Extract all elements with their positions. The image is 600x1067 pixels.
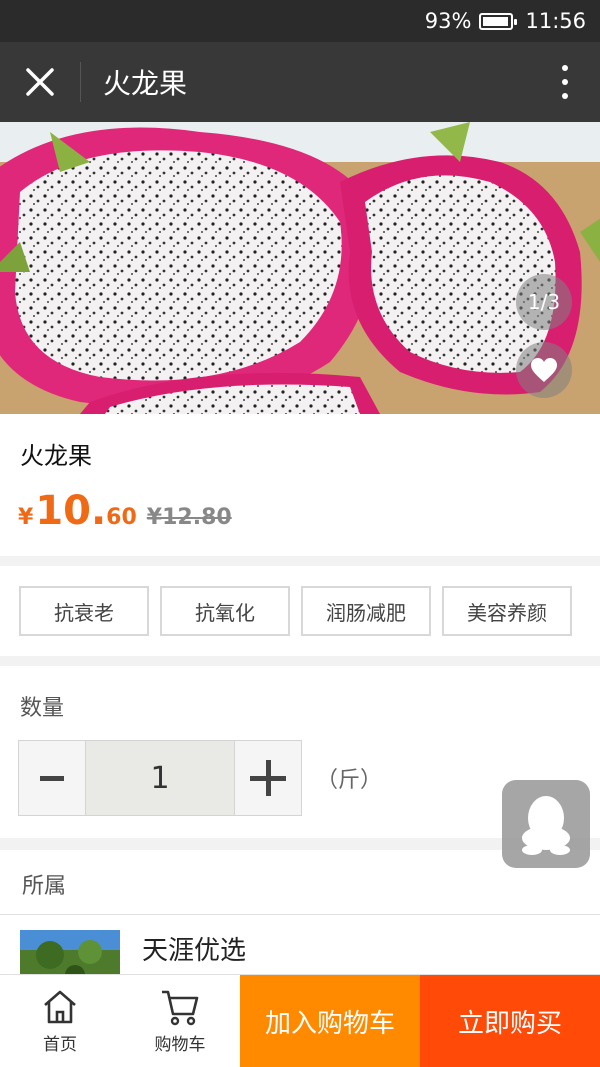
product-name: 火龙果 <box>20 442 92 470</box>
current-price: ¥ 10. 60 <box>18 488 137 534</box>
close-icon <box>26 68 54 96</box>
status-bar: 93% 11:56 <box>0 0 600 42</box>
tag-anti-aging[interactable]: 抗衰老 <box>19 586 149 636</box>
price-row: ¥ 10. 60 ¥12.80 <box>18 488 232 534</box>
price-decimal: 60 <box>106 505 137 530</box>
price-integer: 10. <box>35 488 107 534</box>
divider <box>0 914 600 915</box>
shop-section: 所属 天涯优选 海南省三亚市三亚区金鸡岭油厂 <box>0 850 600 999</box>
cart-label: 购物车 <box>154 1034 206 1055</box>
product-info-card: 火龙果 <box>0 414 600 556</box>
tag-slimming[interactable]: 润肠减肥 <box>301 586 431 636</box>
more-vertical-icon <box>562 65 568 71</box>
shopping-cart-icon <box>162 990 199 1025</box>
home-button[interactable]: 首页 <box>0 975 120 1067</box>
page-title: 火龙果 <box>103 67 188 100</box>
battery-icon <box>479 12 518 30</box>
quantity-unit: （斤） <box>316 768 383 793</box>
favorite-button[interactable] <box>516 342 572 398</box>
home-label: 首页 <box>43 1034 77 1055</box>
quantity-input[interactable]: 1 <box>85 741 235 815</box>
increase-button[interactable] <box>235 741 301 815</box>
add-to-cart-button[interactable]: 加入购物车 <box>240 975 420 1067</box>
belongs-label: 所属 <box>22 874 67 899</box>
buy-now-button[interactable]: 立即购买 <box>420 975 600 1067</box>
qq-chat-button[interactable] <box>502 780 590 868</box>
tag-antioxidant[interactable]: 抗氧化 <box>160 586 290 636</box>
tags-section: 抗衰老 抗氧化 润肠减肥 美容养颜 <box>0 566 600 656</box>
battery-percent: 93% <box>424 9 472 33</box>
battery-fill <box>483 16 508 26</box>
more-menu-button[interactable] <box>530 42 600 122</box>
decrease-button[interactable] <box>19 741 85 815</box>
dragon-fruit-image <box>0 122 600 414</box>
quantity-stepper: 1 <box>18 740 302 816</box>
close-button[interactable] <box>0 42 80 122</box>
clock: 11:56 <box>525 9 586 33</box>
product-image-carousel[interactable]: 1/3 <box>0 122 600 414</box>
image-counter: 1/3 <box>516 274 572 330</box>
qq-penguin-icon <box>522 796 570 855</box>
home-icon <box>44 990 76 1023</box>
shop-name[interactable]: 天涯优选 <box>142 930 246 967</box>
bottom-action-bar: 首页 购物车 加入购物车 立即购买 <box>0 974 600 1067</box>
quantity-label: 数量 <box>20 696 65 721</box>
tag-beauty[interactable]: 美容养颜 <box>442 586 572 636</box>
heart-icon <box>531 358 557 382</box>
price-currency-symbol: ¥ <box>18 505 34 530</box>
cart-button[interactable]: 购物车 <box>120 975 240 1067</box>
original-price: ¥12.80 <box>146 505 232 530</box>
nav-bar: 火龙果 <box>0 42 600 122</box>
